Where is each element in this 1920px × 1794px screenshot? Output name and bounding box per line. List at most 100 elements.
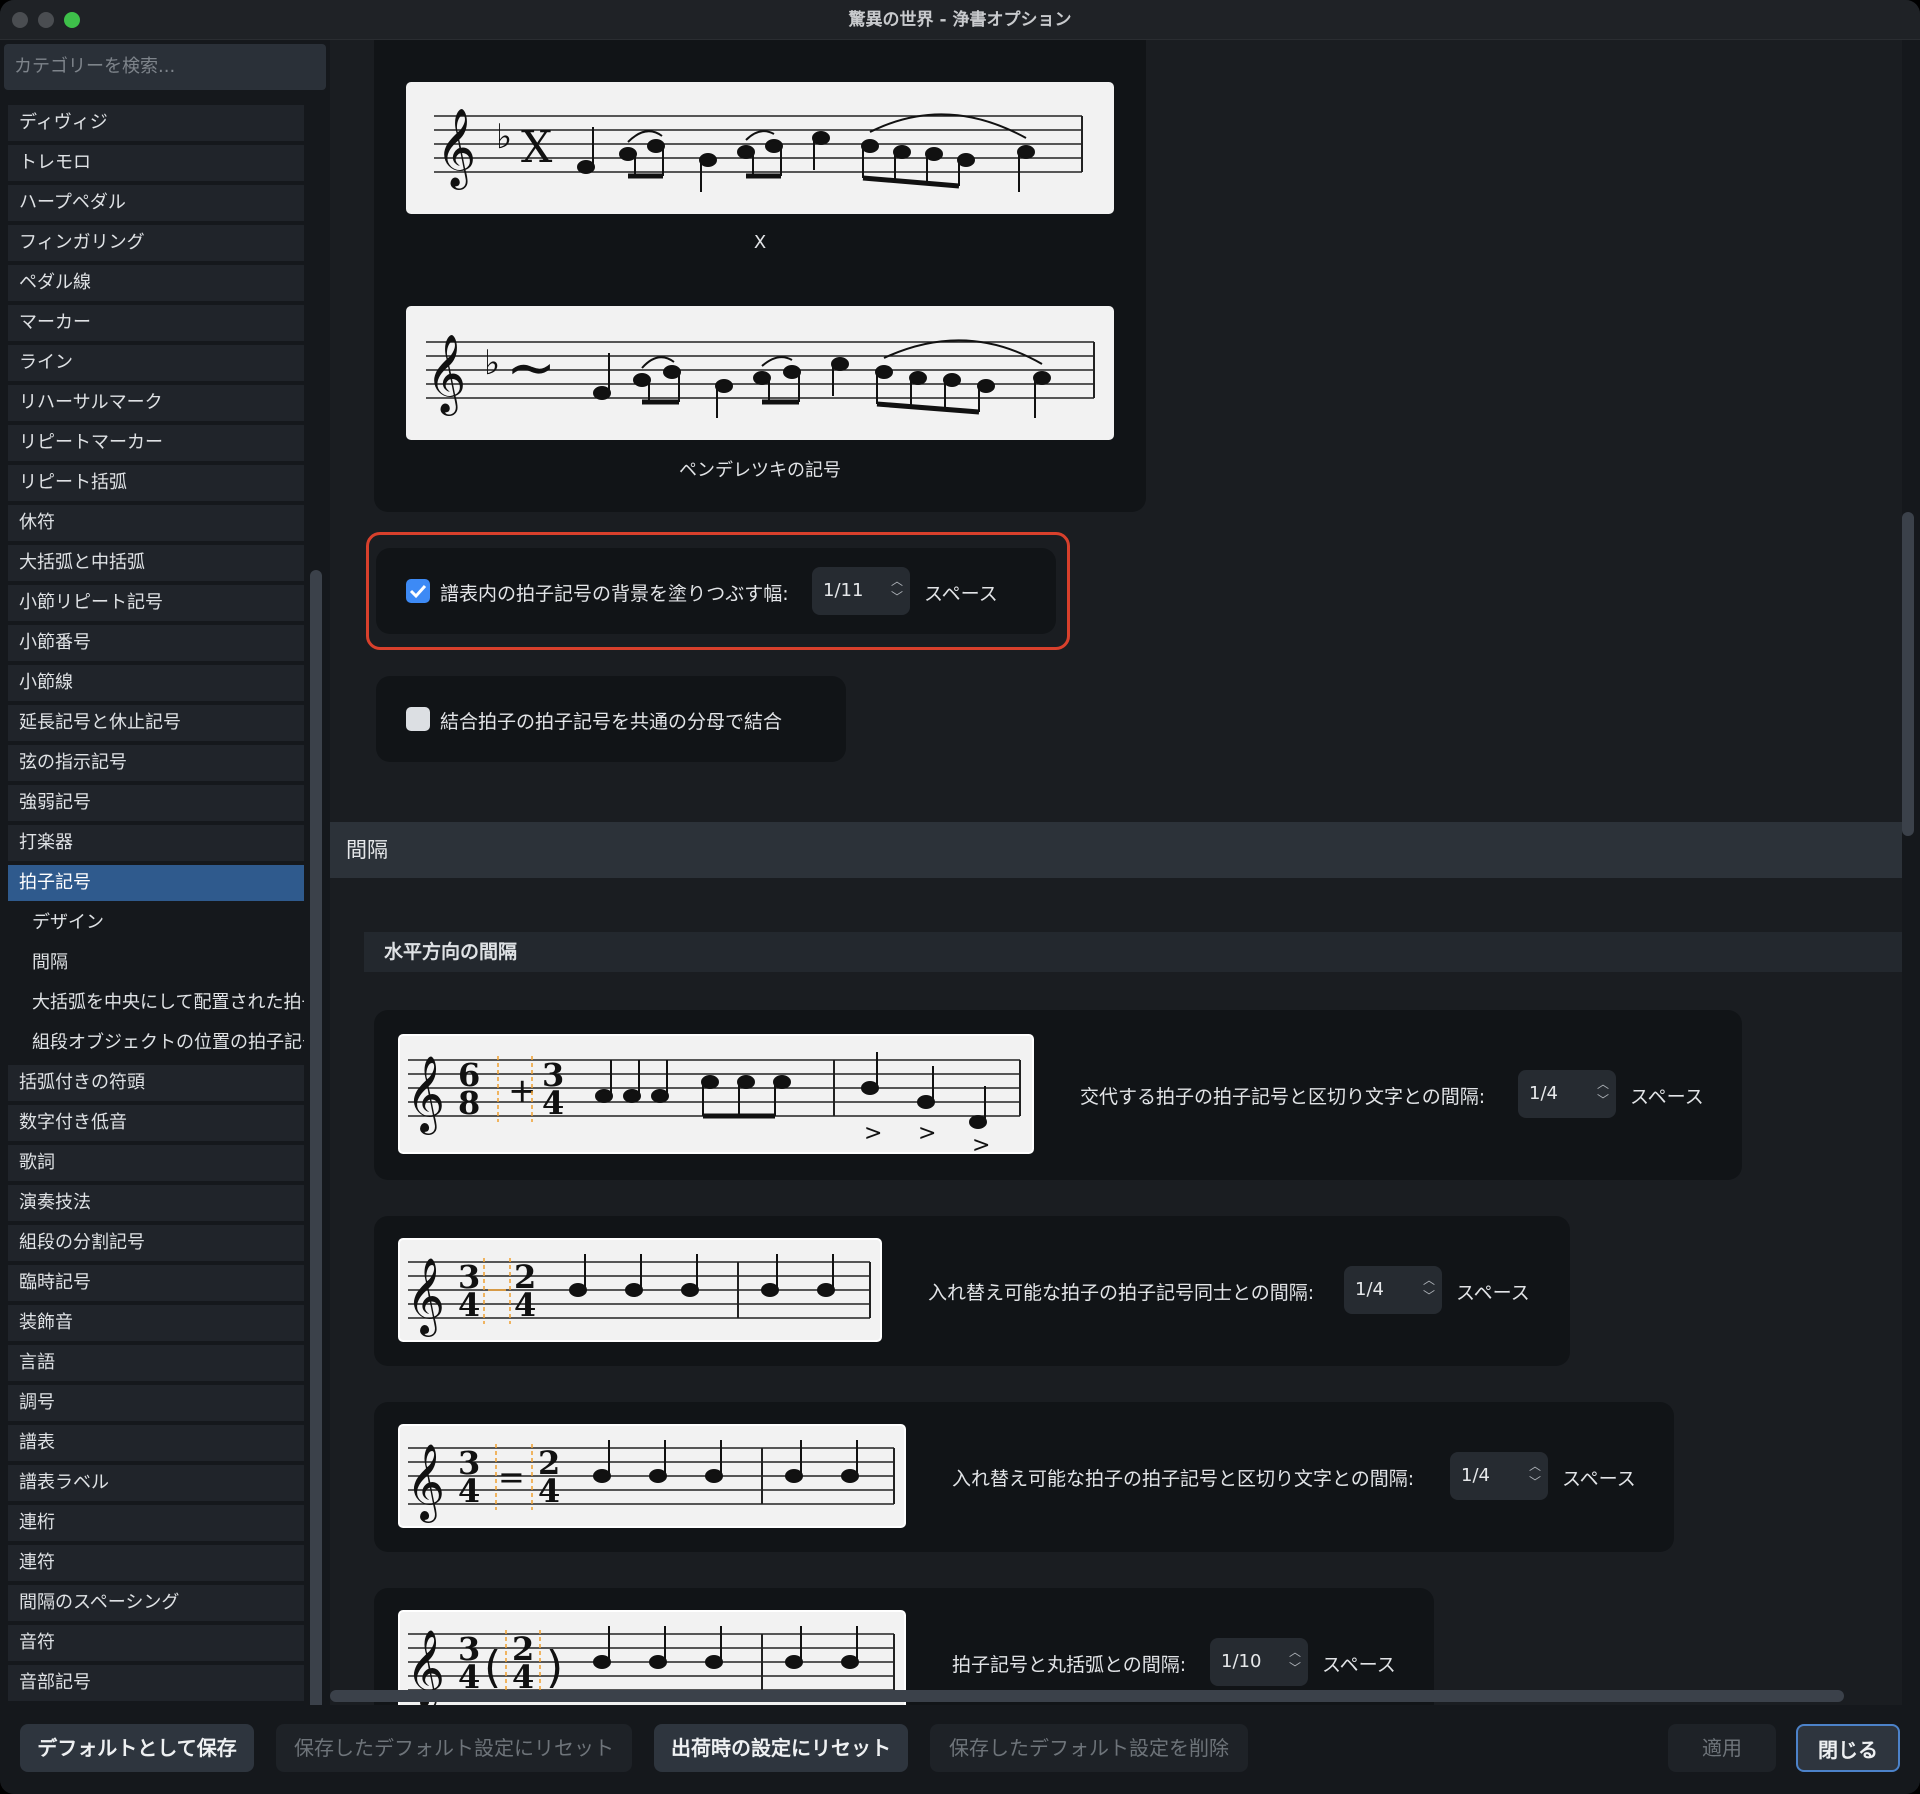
minimize-window-icon[interactable]: [38, 12, 54, 28]
alternating-spacing-unit: スペース: [1630, 1086, 1704, 1108]
sidebar-item[interactable]: リハーサルマーク: [8, 383, 304, 423]
sidebar-item[interactable]: リピートマーカー: [8, 423, 304, 463]
sidebar-subitem-design[interactable]: デザイン: [8, 903, 304, 943]
interchangeable-spacing-label: 入れ替え可能な拍子の拍子記号同士との間隔:: [928, 1282, 1315, 1304]
sidebar-scrollbar[interactable]: [310, 570, 322, 1742]
sidebar-item[interactable]: ハープペダル: [8, 183, 304, 223]
stepper-arrows-icon[interactable]: ︿ ﹀: [888, 573, 906, 609]
alternating-spacing-stepper[interactable]: 1/4 ︿ ﹀: [1518, 1070, 1616, 1118]
ts-bottom: 8: [458, 1084, 480, 1122]
notes-group: [577, 127, 1035, 192]
sidebar-item[interactable]: 小節線: [8, 663, 304, 703]
combine-option-panel: 結合拍子の拍子記号を共通の分母で結合: [376, 676, 846, 762]
close-button[interactable]: 閉じる: [1796, 1724, 1900, 1772]
right-parenthesis: ): [546, 1642, 563, 1693]
x-time-sig-icon: X: [521, 122, 553, 173]
flat-icon: ♭: [484, 343, 500, 383]
sidebar-item[interactable]: 数字付き低音: [8, 1103, 304, 1143]
sidebar-item[interactable]: 弦の指示記号: [8, 743, 304, 783]
sidebar-item[interactable]: フィンガリング: [8, 223, 304, 263]
stepper-arrows-icon[interactable]: ︿ ﹀: [1594, 1076, 1612, 1112]
interchangeable-spacing-stepper[interactable]: 1/4 ︿ ﹀: [1344, 1266, 1442, 1314]
design-preview-panel: 𝄞 ♭ X X 𝄞 ♭ ∼ ペンデレツキの記号: [374, 40, 1146, 512]
parenthesis-spacing-unit: スペース: [1322, 1654, 1396, 1676]
save-as-default-button[interactable]: デフォルトとして保存: [20, 1724, 254, 1772]
sidebar-item[interactable]: 小節番号: [8, 623, 304, 663]
fill-width-unit: スペース: [924, 583, 998, 605]
sidebar-subitem-spacing[interactable]: 間隔: [8, 943, 304, 983]
reset-to-factory-button[interactable]: 出荷時の設定にリセット: [654, 1724, 908, 1772]
sidebar-item[interactable]: トレモロ: [8, 143, 304, 183]
sidebar-item[interactable]: ライン: [8, 343, 304, 383]
staff-interchangeable-separator: 𝄞 3 4 = 2 4: [406, 1440, 895, 1523]
sidebar-item[interactable]: 連桁: [8, 1503, 304, 1543]
sidebar-item[interactable]: 言語: [8, 1343, 304, 1383]
ts-bottom: 4: [514, 1286, 536, 1324]
sidebar-item[interactable]: 音符: [8, 1623, 304, 1663]
left-parenthesis: (: [484, 1642, 501, 1693]
alternating-spacing-label: 交代する拍子の拍子記号と区切り文字との間隔:: [1080, 1086, 1486, 1108]
apply-button[interactable]: 適用: [1668, 1724, 1776, 1772]
stepper-arrows-icon[interactable]: ︿ ﹀: [1526, 1458, 1544, 1494]
ts-bottom: 4: [458, 1286, 480, 1324]
notes-group: [593, 353, 1051, 418]
penderecki-symbol-caption: ペンデレツキの記号: [679, 460, 841, 481]
parenthesis-spacing-stepper[interactable]: 1/10 ︿ ﹀: [1210, 1638, 1308, 1686]
reset-to-saved-default-button[interactable]: 保存したデフォルト設定にリセット: [276, 1724, 632, 1772]
fill-width-option-panel: 譜表内の拍子記号の背景を塗りつぶす幅: 1/11 ︿ ﹀ スペース: [376, 548, 1056, 634]
content-vertical-scrollbar[interactable]: [1902, 512, 1914, 836]
fill-width-value: 1/11: [823, 580, 864, 601]
sidebar-item[interactable]: リピート括弧: [8, 463, 304, 503]
stepper-arrows-icon[interactable]: ︿ ﹀: [1286, 1644, 1304, 1680]
interchangeable-separator-stepper[interactable]: 1/4 ︿ ﹀: [1450, 1452, 1548, 1500]
sidebar-item[interactable]: 組段の分割記号: [8, 1223, 304, 1263]
combine-denominator-label: 結合拍子の拍子記号を共通の分母で結合: [440, 711, 783, 733]
sidebar-item[interactable]: 歌詞: [8, 1143, 304, 1183]
interchangeable-separator-value: 1/4: [1461, 1465, 1490, 1486]
category-search-input[interactable]: カテゴリーを検索...: [4, 44, 326, 90]
sidebar-item[interactable]: ディヴィジ: [8, 103, 304, 143]
sidebar-item[interactable]: 譜表ラベル: [8, 1463, 304, 1503]
sidebar-item-time-signatures[interactable]: 拍子記号: [8, 863, 304, 903]
title-bar: 驚異の世界 - 浄書オプション: [0, 0, 1920, 40]
ts-bottom: 4: [458, 1472, 480, 1510]
sidebar-subitem-system-objects[interactable]: 組段オブジェクトの位置の拍子記号: [8, 1023, 304, 1063]
content-horizontal-scrollbar[interactable]: [330, 1690, 1844, 1702]
sidebar-item[interactable]: 括弧付きの符頭: [8, 1063, 304, 1103]
sidebar-item[interactable]: 間隔のスペーシング: [8, 1583, 304, 1623]
accent-mark: >: [972, 1133, 990, 1156]
sidebar-item[interactable]: 調号: [8, 1383, 304, 1423]
horizontal-spacing-subheader: 水平方向の間隔: [364, 932, 1902, 972]
flat-icon: ♭: [496, 117, 512, 157]
sidebar-subitem-centered-brackets[interactable]: 大括弧を中央にして配置された拍子記号: [8, 983, 304, 1023]
zoom-window-icon[interactable]: [64, 12, 80, 28]
sidebar-item[interactable]: 連符: [8, 1543, 304, 1583]
accent-mark: >: [918, 1121, 936, 1146]
interchangeable-separator-preview: 𝄞 3 4 = 2 4: [398, 1424, 906, 1528]
fill-width-label: 譜表内の拍子記号の背景を塗りつぶす幅:: [440, 583, 789, 605]
fill-background-checkbox[interactable]: [406, 579, 430, 603]
sidebar-item[interactable]: マーカー: [8, 303, 304, 343]
sidebar-item[interactable]: 休符: [8, 503, 304, 543]
sidebar-item[interactable]: 打楽器: [8, 823, 304, 863]
sidebar-item[interactable]: ペダル線: [8, 263, 304, 303]
sidebar-item[interactable]: 大括弧と中括弧: [8, 543, 304, 583]
combine-denominator-checkbox[interactable]: [406, 707, 430, 731]
window-controls: [12, 12, 80, 28]
close-window-icon[interactable]: [12, 12, 28, 28]
sidebar-item[interactable]: 演奏技法: [8, 1183, 304, 1223]
sidebar-item[interactable]: 延長記号と休止記号: [8, 703, 304, 743]
delete-saved-default-button[interactable]: 保存したデフォルト設定を削除: [930, 1724, 1248, 1772]
sidebar-item[interactable]: 小節リピート記号: [8, 583, 304, 623]
alternating-spacing-panel: 𝄞 6 8 + 3 4 > > > 交代する拍子の拍子記号と区切り文字との間隔:…: [374, 1010, 1742, 1180]
staff-x-symbol: 𝄞 ♭ X: [434, 108, 1083, 192]
sidebar-item[interactable]: 装飾音: [8, 1303, 304, 1343]
sidebar-item[interactable]: 譜表: [8, 1423, 304, 1463]
equals-separator: =: [498, 1458, 525, 1496]
sidebar-item[interactable]: 臨時記号: [8, 1263, 304, 1303]
sidebar-item[interactable]: 強弱記号: [8, 783, 304, 823]
stepper-arrows-icon[interactable]: ︿ ﹀: [1420, 1272, 1438, 1308]
fill-width-stepper[interactable]: 1/11 ︿ ﹀: [812, 567, 910, 615]
interchangeable-separator-label: 入れ替え可能な拍子の拍子記号と区切り文字との間隔:: [952, 1468, 1415, 1490]
sidebar-item[interactable]: 音部記号: [8, 1663, 304, 1703]
